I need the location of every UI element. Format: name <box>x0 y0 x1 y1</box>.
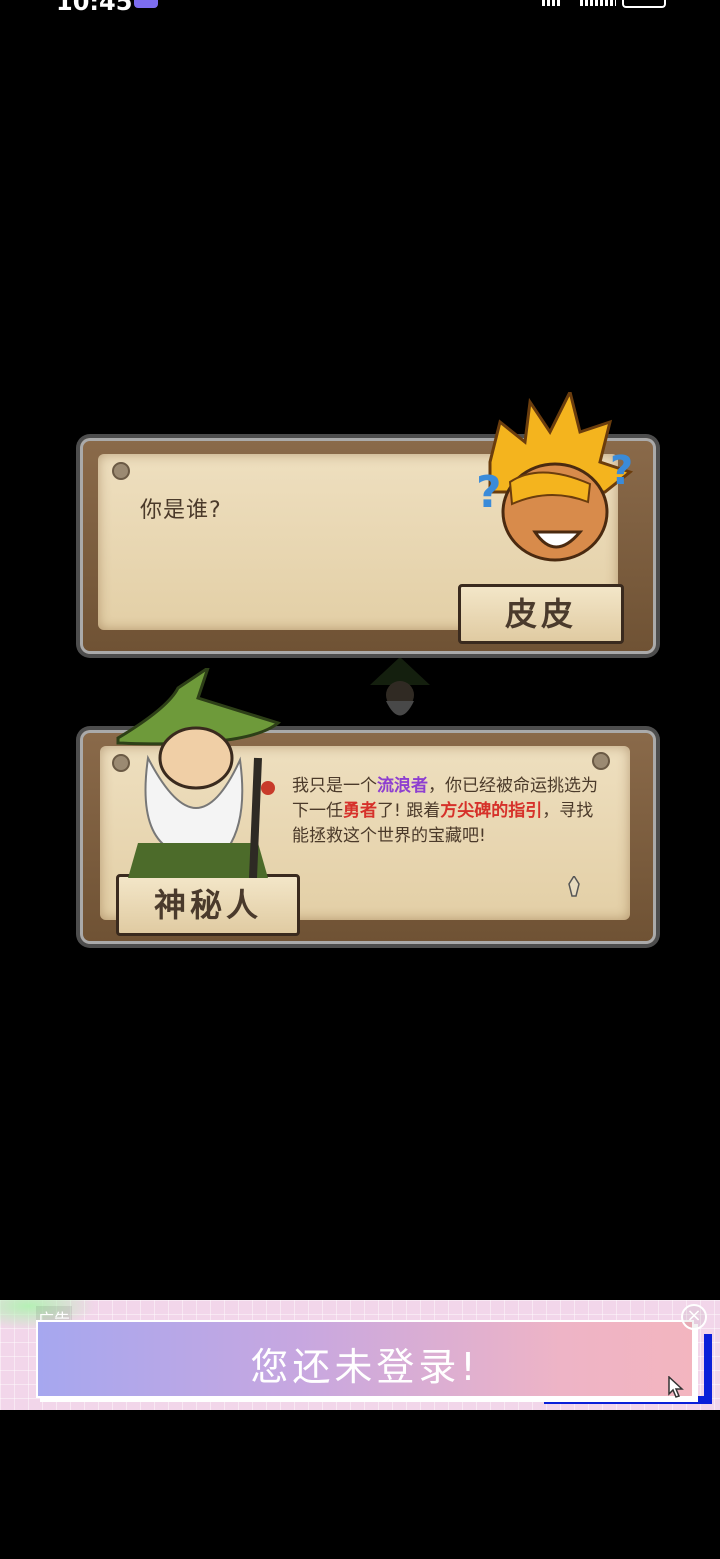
dialog-text-part: 勇者 <box>343 801 377 821</box>
dialog-text-part: 方尖碑的指引 <box>440 801 543 821</box>
dialog-text: 我只是一个流浪者，你已经被命运挑选为下一任勇者了! 跟着方尖碑的指引，寻找能拯救… <box>292 774 602 849</box>
clock: 10:45 <box>56 0 133 16</box>
cursor-icon <box>668 1376 684 1398</box>
wizard-silhouette <box>370 657 430 716</box>
ad-banner[interactable]: 您还未登录! <box>36 1320 694 1398</box>
status-bar: 10:45 <box>0 0 720 16</box>
ad-banner-area[interactable]: 广告 您还未登录! × <box>0 1300 720 1410</box>
speaker-nameplate: 神秘人 <box>116 874 300 936</box>
hero-portrait: ? ? <box>476 392 633 562</box>
wizard-portrait <box>116 668 282 878</box>
battery-icon <box>622 0 666 8</box>
signal-icon-2 <box>580 0 616 6</box>
ad-banner-text: 您还未登录! <box>250 1345 480 1389</box>
pin-icon <box>592 752 610 770</box>
svg-text:?: ? <box>476 467 502 518</box>
pin-icon <box>112 462 130 480</box>
dialog-text-part: 了! 跟着 <box>377 801 441 821</box>
app-notification-icon <box>134 0 158 8</box>
dialog-text-part: 流浪者 <box>377 776 428 796</box>
quill-icon[interactable] <box>568 876 580 898</box>
dialog-text: 你是谁? <box>140 498 222 523</box>
close-icon[interactable]: × <box>681 1304 707 1330</box>
dialog-text-part: 我只是一个 <box>292 776 377 796</box>
speaker-nameplate: 皮皮 <box>458 584 624 644</box>
signal-icon <box>542 0 560 6</box>
svg-text:?: ? <box>610 448 633 494</box>
